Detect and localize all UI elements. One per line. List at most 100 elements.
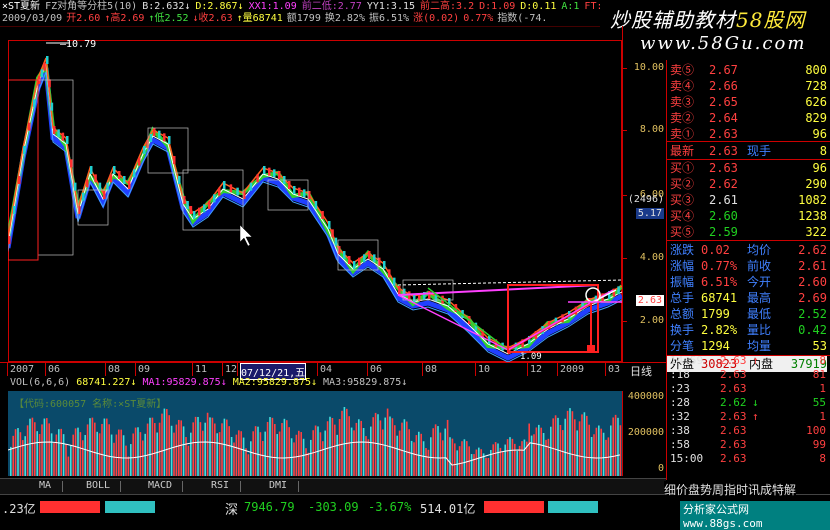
volume-bar (19, 432, 22, 476)
volume-bar (276, 434, 278, 476)
volume-bar (413, 442, 415, 476)
volume-bar (492, 444, 494, 476)
volume-bar (142, 440, 144, 476)
volume-bar (264, 431, 266, 476)
candle (23, 146, 26, 154)
tab-rsi[interactable]: RSI (200, 480, 240, 493)
stat-value-2: 2.62 (798, 243, 827, 257)
date-tick: 09 (138, 364, 151, 375)
quote-row: 卖⑤ 2.67 800 (667, 62, 827, 78)
volume-bar (257, 426, 259, 476)
tab-ma[interactable]: MA (25, 480, 65, 493)
trade-vol: 8 (819, 452, 826, 465)
volume-bar (204, 422, 206, 476)
date-tick-mark (45, 363, 46, 376)
volume-bar (41, 424, 43, 476)
candlestick-chart[interactable]: —10.79 1.09 (8, 40, 622, 362)
candle (203, 204, 206, 213)
quote-volume: 829 (805, 111, 827, 125)
volume-panel[interactable]: 【代码:600057 名称:×ST夏新】 (8, 391, 622, 476)
quote-row: 买③ 2.61 1082 (667, 192, 827, 208)
header-field: ↓收2.63 (192, 13, 233, 24)
volume-bar (187, 445, 190, 476)
candle (373, 254, 376, 263)
price-tick: 10.00 (633, 62, 664, 73)
volume-bar (528, 423, 530, 476)
header-field: 额1799 (286, 13, 321, 24)
candle (13, 206, 16, 214)
volume-bar (432, 428, 434, 476)
volume-bar (458, 446, 461, 476)
volume-bar (446, 419, 449, 476)
date-tick-mark (317, 363, 318, 376)
volume-bar (190, 432, 192, 476)
date-axis: 2007 06 08 09 11 12 07/12/21,五 04 06 08 10 12 2009 03… (0, 362, 666, 380)
volume-bar (122, 435, 125, 476)
volume-bar (350, 427, 353, 476)
price-tick-mark (623, 195, 627, 196)
watermark: 分析家公式网www.88gs.com (680, 501, 830, 530)
volume-bar (228, 426, 230, 476)
volume-bar (144, 433, 146, 476)
tab-macd[interactable]: MACD (140, 480, 180, 493)
volume-bar (545, 439, 547, 476)
tab-separator (298, 481, 299, 492)
divider (667, 141, 830, 142)
rise-fall-bar-4 (548, 501, 598, 513)
stat-value-2: 0.42 (798, 323, 827, 337)
candle (74, 182, 77, 191)
volume-bar (240, 431, 242, 476)
tick-trades: 14:59 2.63 ↑ 8:18 2.63 81:23 2.63 1:28 2.62 ↓ 55:3… (666, 352, 830, 480)
last-price-row: 最新 2.63 现手 8 (667, 143, 827, 159)
tab-boll[interactable]: BOLL (78, 480, 118, 493)
volume-bar (614, 414, 617, 476)
info-menu[interactable]: 细价盘势周指时讯成特解 (664, 481, 797, 498)
trade-row: :32 2.63 ↑ 1 (666, 409, 830, 424)
stat-row: 涨跌 0.02 均价 2.62 (667, 242, 827, 258)
stat-value: 1799 (701, 307, 730, 321)
volume-bar (329, 416, 331, 476)
candle (178, 176, 181, 184)
tab-separator (62, 481, 63, 492)
date-tick-mark (367, 363, 368, 376)
stat-value-2: 2.60 (798, 275, 827, 289)
volume-bar (367, 439, 370, 476)
candle (263, 166, 266, 174)
candle (314, 201, 318, 209)
candle (393, 277, 396, 286)
mouse-cursor-icon (239, 224, 253, 247)
header-field: 指数(-74. (497, 13, 548, 24)
volume-bar (26, 425, 29, 476)
quote-volume: 290 (805, 177, 827, 191)
header-field: ↑高2.69 (104, 13, 145, 24)
candle (334, 237, 338, 246)
volume-field: MA2:95829.875↓ (232, 377, 318, 388)
quote-row: 买② 2.62 290 (667, 176, 827, 192)
tab-dmi[interactable]: DMI (258, 480, 298, 493)
quote-row: 买① 2.63 96 (667, 160, 827, 176)
volume-bar (266, 421, 269, 476)
volume-bar (43, 418, 46, 476)
volume-bar (610, 425, 612, 476)
quote-price: 2.64 (709, 111, 738, 125)
volume-bar (34, 422, 36, 476)
stat-label-2: 最高 (747, 291, 772, 305)
current-price-tag: 2.63 (635, 295, 664, 306)
quote-row: 卖① 2.63 96 (667, 126, 827, 142)
volume-bar (480, 449, 482, 476)
candle (378, 257, 381, 266)
trade-arrow: ↑ (752, 354, 759, 367)
volume-bar (384, 417, 386, 476)
volume-bar (53, 442, 55, 476)
volume-bar (422, 441, 425, 476)
volume-bar (182, 426, 185, 476)
stat-label: 涨跌 (670, 243, 695, 257)
volume-bar (360, 420, 362, 476)
volume-bar (79, 432, 82, 476)
indicator-tabs: MA BOLL MACD RSI DMI (0, 478, 666, 494)
price-tick: 4.00 (639, 252, 664, 263)
trade-time: :38 (670, 424, 690, 437)
period-button[interactable]: 日线 (630, 363, 652, 379)
candle (348, 256, 351, 264)
candle (46, 56, 49, 64)
